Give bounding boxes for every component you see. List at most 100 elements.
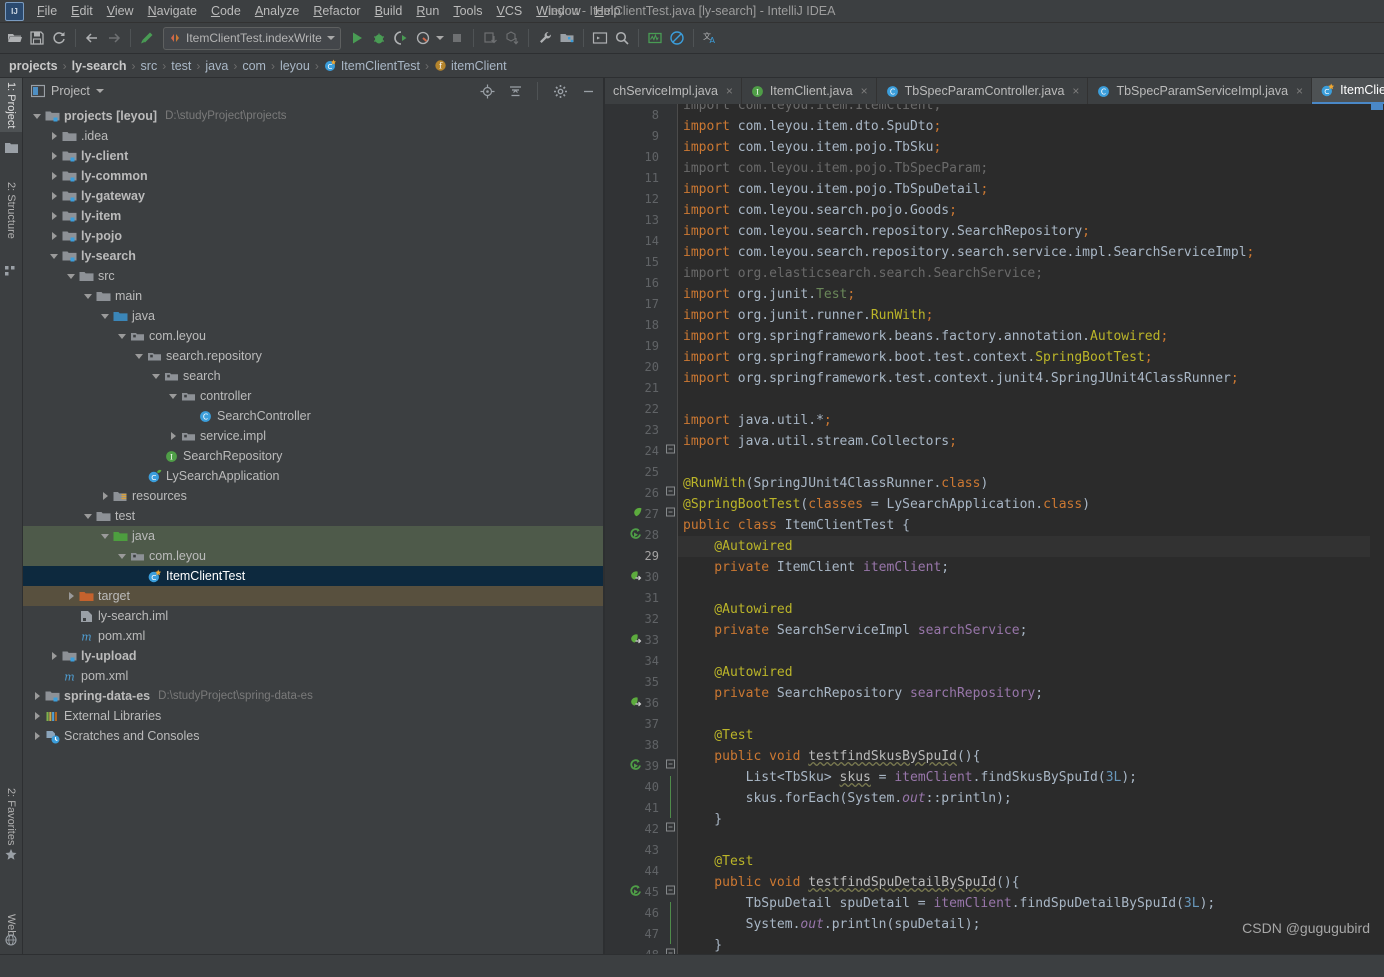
chevron-down-icon[interactable] [65,270,77,282]
chevron-down-icon[interactable] [150,370,162,382]
fold-marker[interactable] [665,440,677,461]
close-icon[interactable]: × [726,84,733,98]
commit-icon[interactable] [501,27,523,49]
chevron-right-icon[interactable] [31,690,43,702]
open-folder-icon[interactable] [4,27,26,49]
gutter-spring-leaf-icon[interactable] [628,503,642,524]
tree-node[interactable]: spring-data-es D:\studyProject\spring-dat… [23,686,603,706]
chevron-right-icon[interactable] [167,430,179,442]
sidebar-item-structure[interactable]: 2: Structure [0,178,22,243]
run-coverage-icon[interactable] [390,27,412,49]
gear-icon[interactable] [549,80,571,102]
menu-bar[interactable]: File Edit View Navigate Code Analyze Refactor B… [30,2,627,20]
chevron-down-icon[interactable] [48,250,60,262]
code-line[interactable]: import com.leyou.search.repository.searc… [678,242,1370,263]
tree-node[interactable]: ly-search [23,246,603,266]
fold-column[interactable] [665,104,678,954]
menu-item-file[interactable]: File [30,2,64,20]
breadcrumb-item-leyou[interactable]: leyou [277,59,313,73]
tree-node[interactable]: ly-pojo [23,226,603,246]
editor-tab-tbspecparamcontroller-java[interactable]: C TbSpecParamController.java × [877,78,1089,104]
gutter-bean-icon[interactable] [628,566,642,587]
build-hammer-icon[interactable] [136,27,158,49]
left-tool-rail[interactable]: 1: Project 2: Structure 2: Favorites Web [0,78,23,954]
chevron-down-icon[interactable] [133,350,145,362]
tree-node[interactable]: C LySearchApplication [23,466,603,486]
menu-item-tools[interactable]: Tools [446,2,489,20]
menu-item-analyze[interactable]: Analyze [248,2,306,20]
fold-marker[interactable] [665,797,677,818]
chevron-right-icon[interactable] [48,170,60,182]
editor-tab-chserviceimpl-java[interactable]: chServiceImpl.java × [605,78,742,104]
tree-node[interactable]: main [23,286,603,306]
menu-item-code[interactable]: Code [204,2,248,20]
tree-node[interactable]: java [23,306,603,326]
code-line[interactable]: private SearchServiceImpl searchService; [678,620,1370,641]
fold-marker[interactable] [665,881,677,902]
chevron-right-icon[interactable] [31,730,43,742]
tree-node[interactable]: com.leyou [23,546,603,566]
breadcrumb-item-ly-search[interactable]: ly-search [69,59,130,73]
terminal-icon[interactable] [589,27,611,49]
code-line[interactable]: public void testfindSkusBySpuId(){ [678,746,1370,767]
tree-node[interactable]: ly-gateway [23,186,603,206]
tree-node[interactable]: src [23,266,603,286]
code-line[interactable]: skus.forEach(System. out::println); [678,788,1370,809]
code-line[interactable]: } [678,935,1370,954]
chevron-down-icon[interactable] [116,330,128,342]
breadcrumb-item-src[interactable]: src [138,59,161,73]
chevron-down-icon[interactable] [82,290,94,302]
editor-tab-itemclien[interactable]: C ItemClien [1312,78,1384,104]
gutter-run-test-icon[interactable] [628,755,642,776]
code-line[interactable]: @Autowired [678,662,1370,683]
fold-marker[interactable] [665,755,677,776]
tree-node[interactable]: m pom.xml [23,626,603,646]
menu-item-view[interactable]: View [100,2,141,20]
sidebar-item-favorites[interactable]: 2: Favorites [0,784,22,849]
chevron-right-icon[interactable] [48,150,60,162]
code-line[interactable] [678,641,1370,662]
menu-item-help[interactable]: Help [588,2,628,20]
chevron-down-icon[interactable] [31,110,43,122]
fold-marker[interactable] [665,902,677,923]
tree-node[interactable]: ly-search.iml [23,606,603,626]
editor-tab-bar[interactable]: chServiceImpl.java × I ItemClient.java × C TbS… [605,78,1384,104]
code-line[interactable] [678,389,1370,410]
sidebar-item-project[interactable]: 1: Project [0,78,22,133]
tree-node[interactable]: service.impl [23,426,603,446]
breadcrumb-item-itemclienttest[interactable]: C ItemClientTest [321,59,423,73]
project-tree[interactable]: projects [leyou] D:\studyProject\projects… [23,104,603,954]
code-line[interactable]: import com.leyou.search.pojo.Goods; [678,200,1370,221]
tree-node[interactable]: resources [23,486,603,506]
code-line[interactable]: @Test [678,851,1370,872]
gutter-bean-icon[interactable] [628,692,642,713]
menu-item-vcs[interactable]: VCS [490,2,530,20]
tree-node[interactable]: target [23,586,603,606]
profiler-dropdown-icon[interactable] [434,27,446,49]
collapse-all-icon[interactable] [504,80,526,102]
fold-marker[interactable] [665,776,677,797]
code-content[interactable]: import com.leyou.item.ItemClient; import … [678,104,1370,954]
editor-scrollbar[interactable] [1370,104,1384,954]
navigate-forward-icon[interactable] [103,27,125,49]
editor-tab-tbspecparamserviceimpl-java[interactable]: C TbSpecParamServiceImpl.java × [1088,78,1313,104]
code-line[interactable]: import org.springframework.boot.test.con… [678,347,1370,368]
menu-item-run[interactable]: Run [409,2,446,20]
chevron-right-icon[interactable] [31,710,43,722]
gutter-run-test-icon[interactable] [628,524,642,545]
tree-node[interactable]: I SearchRepository [23,446,603,466]
code-line[interactable]: import com.leyou.item.pojo.TbSpecParam; [678,158,1370,179]
code-editor[interactable]: 8 9 10 11 12 13 14 15 16 17 18 19 20 21 22 23 24 25 26 27 28… [605,104,1384,954]
chevron-right-icon[interactable] [48,210,60,222]
code-line[interactable]: public class ItemClientTest { [678,515,1370,536]
chevron-down-icon[interactable] [167,390,179,402]
menu-item-window[interactable]: Window [529,2,587,20]
code-line[interactable]: import org.springframework.beans.factory… [678,326,1370,347]
save-all-icon[interactable] [26,27,48,49]
tree-node[interactable]: projects [leyou] D:\studyProject\projects [23,106,603,126]
settings-wrench-icon[interactable] [534,27,556,49]
code-line[interactable]: @SpringBootTest(classes = LySearchApplic… [678,494,1370,515]
debug-icon[interactable] [368,27,390,49]
fold-marker[interactable] [665,482,677,503]
no-inspection-icon[interactable] [666,27,688,49]
